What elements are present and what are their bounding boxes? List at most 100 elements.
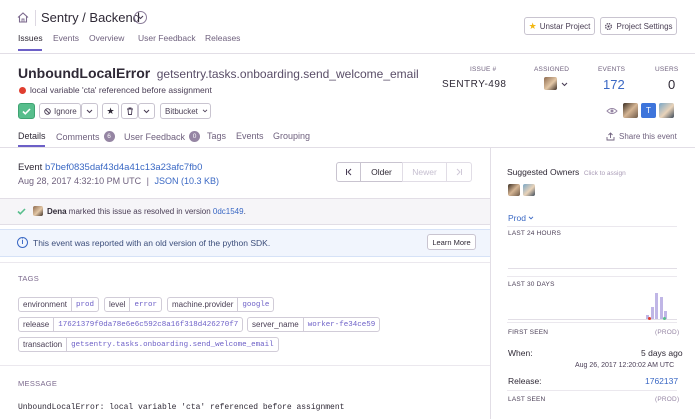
- delete-dropdown-button[interactable]: [138, 103, 155, 119]
- chevron-down-icon: [202, 109, 208, 113]
- main-section-divider: [0, 365, 490, 366]
- checkmark-icon: [17, 207, 26, 215]
- sidebar-divider: [507, 390, 677, 391]
- chevron-down-icon: [86, 109, 93, 114]
- user-feedback-count-badge: 0: [189, 131, 201, 142]
- assignee-avatar[interactable]: [544, 77, 557, 90]
- assigned-label: ASSIGNED: [534, 66, 570, 73]
- ignore-dropdown-button[interactable]: [81, 103, 98, 119]
- newest-event-button: [446, 162, 472, 182]
- first-seen-timestamp: Aug 26, 2017 12:20:02 AM UTC: [575, 362, 675, 369]
- tab-user-feedback[interactable]: User Feedback 0: [124, 131, 201, 142]
- tab-events[interactable]: Events: [236, 131, 264, 141]
- newer-event-button: Newer: [402, 162, 447, 182]
- tabs-divider: [0, 147, 695, 148]
- learn-more-button[interactable]: Learn More: [427, 234, 476, 250]
- oldest-event-button[interactable]: [336, 162, 361, 182]
- last-seen-env: (PROD): [655, 396, 680, 403]
- nav-overview[interactable]: Overview: [89, 33, 124, 43]
- seen-by-avatar-t[interactable]: T: [641, 103, 656, 118]
- chevron-down-icon[interactable]: [560, 81, 568, 87]
- chevron-down-icon: [528, 216, 534, 220]
- sidebar-divider: [507, 276, 677, 277]
- last-24-hours-chart: [508, 268, 677, 269]
- resolved-version-link[interactable]: 0dc1549: [213, 207, 244, 216]
- sparkline-bar: [655, 293, 658, 319]
- last-30-days-label: LAST 30 DAYS: [508, 281, 555, 288]
- sparkline-bar: [659, 296, 663, 319]
- sdk-notice-text: This event was reported with an old vers…: [33, 238, 271, 248]
- bookmark-button[interactable]: ★: [102, 103, 119, 119]
- nav-active-underline: [18, 49, 42, 51]
- tag-pill[interactable]: environment prod: [18, 297, 100, 312]
- seen-by-avatar[interactable]: [623, 103, 638, 118]
- tab-details[interactable]: Details: [18, 131, 46, 141]
- main-sidebar-divider: [490, 148, 491, 419]
- users-label: USERS: [655, 66, 679, 73]
- nav-user-feedback[interactable]: User Feedback: [138, 33, 196, 43]
- tags-section-title: TAGS: [18, 274, 40, 283]
- ignore-button[interactable]: Ignore: [39, 103, 81, 119]
- nav-issues[interactable]: Issues: [18, 33, 43, 43]
- issue-number-label: ISSUE #: [470, 66, 497, 73]
- events-label: EVENTS: [598, 66, 626, 73]
- nav-events[interactable]: Events: [53, 33, 79, 43]
- gear-icon: [604, 22, 613, 31]
- sidebar-divider: [507, 322, 677, 323]
- share-icon: [606, 132, 615, 141]
- event-id-link[interactable]: b7bef0835daf43d4a41c13a23afc7fb0: [45, 162, 202, 173]
- chevron-down-icon: [143, 109, 150, 114]
- breadcrumb[interactable]: Sentry / Backend: [41, 10, 140, 25]
- delete-button[interactable]: [121, 103, 138, 119]
- first-seen-release-link[interactable]: 1762137: [645, 376, 678, 386]
- issue-culprit: getsentry.tasks.onboarding.send_welcome_…: [156, 67, 419, 81]
- last-seen-label: LAST SEEN: [508, 396, 546, 403]
- issue-title: UnboundLocalError getsentry.tasks.onboar…: [18, 65, 419, 81]
- trash-icon: [126, 107, 134, 115]
- events-count[interactable]: 172: [603, 77, 625, 92]
- suggested-owners-heading: Suggested Owners Click to assign: [507, 167, 626, 177]
- star-icon: ★: [528, 20, 537, 31]
- resolved-activity-text: Dena marked this issue as resolved in ve…: [47, 207, 246, 216]
- environment-selector[interactable]: Prod: [508, 213, 534, 223]
- event-id-line: Event b7bef0835daf43d4a41c13a23afc7fb0: [18, 162, 203, 173]
- bitbucket-button[interactable]: Bitbucket: [160, 103, 211, 119]
- suggested-owner-avatar[interactable]: [523, 184, 535, 196]
- tag-pill[interactable]: transaction getsentry.tasks.onboarding.s…: [18, 337, 279, 352]
- issue-level-dot: [19, 87, 26, 94]
- event-meta-line: Aug 28, 2017 4:32:10 PM UTC | JSON (10.3…: [18, 176, 219, 186]
- event-json-link[interactable]: JSON (10.3 KB): [154, 176, 219, 186]
- mute-icon: [44, 107, 51, 115]
- last-30-days-baseline: [508, 319, 677, 320]
- tag-pill[interactable]: level error: [104, 297, 162, 312]
- older-event-button[interactable]: Older: [360, 162, 403, 182]
- issue-number-value: SENTRY-498: [442, 79, 507, 90]
- resolve-button[interactable]: [18, 103, 35, 119]
- first-seen-when-value: 5 days ago: [641, 348, 683, 358]
- chevron-down-icon[interactable]: [134, 11, 147, 24]
- tag-pill[interactable]: machine.provider google: [167, 297, 275, 312]
- first-seen-release-label: Release:: [508, 376, 542, 386]
- unstar-project-button[interactable]: ★ Unstar Project: [524, 17, 595, 35]
- resolved-by-user: Dena: [47, 207, 67, 216]
- breadcrumb-divider: [35, 10, 36, 26]
- user-avatar: [33, 206, 43, 216]
- tag-pill[interactable]: release 17621379f0da78e6e6c592c8a16f318d…: [18, 317, 244, 332]
- suggested-owner-avatar[interactable]: [508, 184, 520, 196]
- first-page-icon: [345, 168, 353, 176]
- first-seen-env: (PROD): [655, 329, 680, 336]
- users-count[interactable]: 0: [668, 77, 675, 92]
- home-icon[interactable]: [16, 11, 29, 24]
- star-icon: ★: [106, 105, 115, 116]
- last-24-hours-label: LAST 24 HOURS: [508, 230, 562, 237]
- project-settings-button[interactable]: Project Settings: [600, 17, 677, 35]
- share-event-link[interactable]: Share this event: [606, 132, 677, 141]
- tab-tags[interactable]: Tags: [207, 131, 226, 141]
- nav-releases[interactable]: Releases: [205, 33, 240, 43]
- tab-comments[interactable]: Comments 6: [56, 131, 115, 142]
- tab-grouping[interactable]: Grouping: [273, 131, 310, 141]
- seen-by-avatar[interactable]: [659, 103, 674, 118]
- info-icon: i: [17, 237, 28, 248]
- header-divider: [0, 53, 695, 54]
- tag-pill[interactable]: server_name worker-fe34ce59: [247, 317, 381, 332]
